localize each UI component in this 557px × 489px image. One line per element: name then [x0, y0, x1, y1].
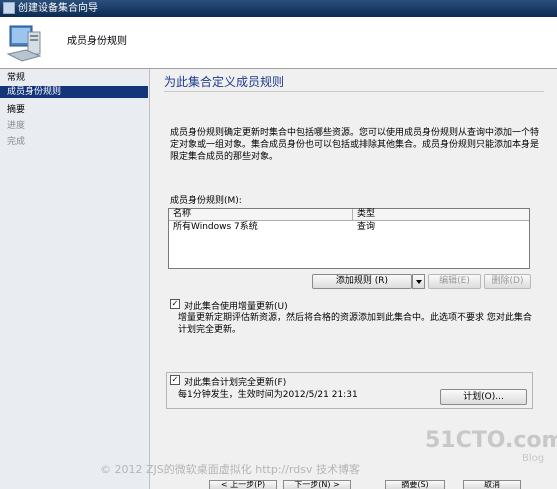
incremental-update-label[interactable]: 对此集合使用增量更新(U): [184, 299, 288, 312]
window-title: 创建设备集合向导: [18, 3, 98, 14]
computer-collection-icon: [6, 20, 46, 67]
list-item[interactable]: 所有Windows 7系统 查询: [169, 222, 529, 233]
title-bar: 创建设备集合向导: [0, 0, 557, 17]
incremental-update-checkbox[interactable]: ✓: [170, 299, 180, 309]
add-rule-dropdown-arrow[interactable]: [412, 274, 425, 289]
wizard-icon: [3, 2, 15, 14]
wizard-sidebar: 常规 成员身份规则 摘要 进度 完成: [0, 69, 150, 489]
copyright-watermark: © 2012 ZJS的微软桌面虚拟化 http://rdsv 技术博客: [100, 463, 360, 476]
blog-watermark: Blog: [522, 453, 545, 464]
incremental-update-description: 增量更新定期评估新资源，然后将合格的资源添加到此集合中。此选项不要求 您对此集合…: [178, 313, 532, 335]
wizard-header: 成员身份规则: [0, 17, 557, 69]
description-text: 成员身份规则确定更新时集合中包括哪些资源。您可以使用成员身份规则从查询中添加一个…: [170, 128, 540, 162]
full-update-schedule-checkbox[interactable]: ✓: [170, 375, 180, 385]
schedule-button[interactable]: 计划(O)...: [440, 389, 527, 405]
summary-button[interactable]: 摘要(S): [385, 480, 445, 489]
add-rule-button[interactable]: 添加规则 (R): [312, 274, 412, 289]
list-header: 名称 类型: [169, 209, 529, 221]
cancel-button[interactable]: 取消: [463, 480, 521, 489]
membership-rules-list[interactable]: 名称 类型 所有Windows 7系统 查询: [168, 208, 530, 269]
sidebar-item-progress: 进度: [7, 121, 26, 131]
rule-type: 查询: [357, 222, 376, 232]
sidebar-item-complete: 完成: [7, 137, 26, 147]
edit-button[interactable]: 编辑(E): [428, 274, 481, 289]
title-divider: [164, 91, 544, 92]
site-watermark: 51CTO.com: [425, 428, 557, 453]
schedule-value: 每1分钟发生，生效时间为2012/5/21 21:31: [178, 390, 358, 400]
main-content: 为此集合定义成员规则 成员身份规则确定更新时集合中包括哪些资源。您可以使用成员身…: [151, 69, 557, 489]
rule-name: 所有Windows 7系统: [173, 222, 258, 232]
header-title: 成员身份规则: [67, 36, 127, 47]
column-header-type[interactable]: 类型: [352, 209, 522, 220]
delete-button[interactable]: 删除(D): [484, 274, 531, 289]
previous-button[interactable]: < 上一步(P): [209, 480, 277, 489]
sidebar-item-general[interactable]: 常规: [0, 72, 148, 84]
column-header-name[interactable]: 名称: [173, 209, 191, 220]
next-button[interactable]: 下一步(N) >: [283, 480, 351, 489]
membership-rules-label: 成员身份规则(M):: [170, 196, 242, 206]
sidebar-item-membership-rules[interactable]: 成员身份规则: [0, 86, 148, 98]
sidebar-item-summary[interactable]: 摘要: [0, 104, 148, 116]
page-title: 为此集合定义成员规则: [164, 75, 285, 89]
